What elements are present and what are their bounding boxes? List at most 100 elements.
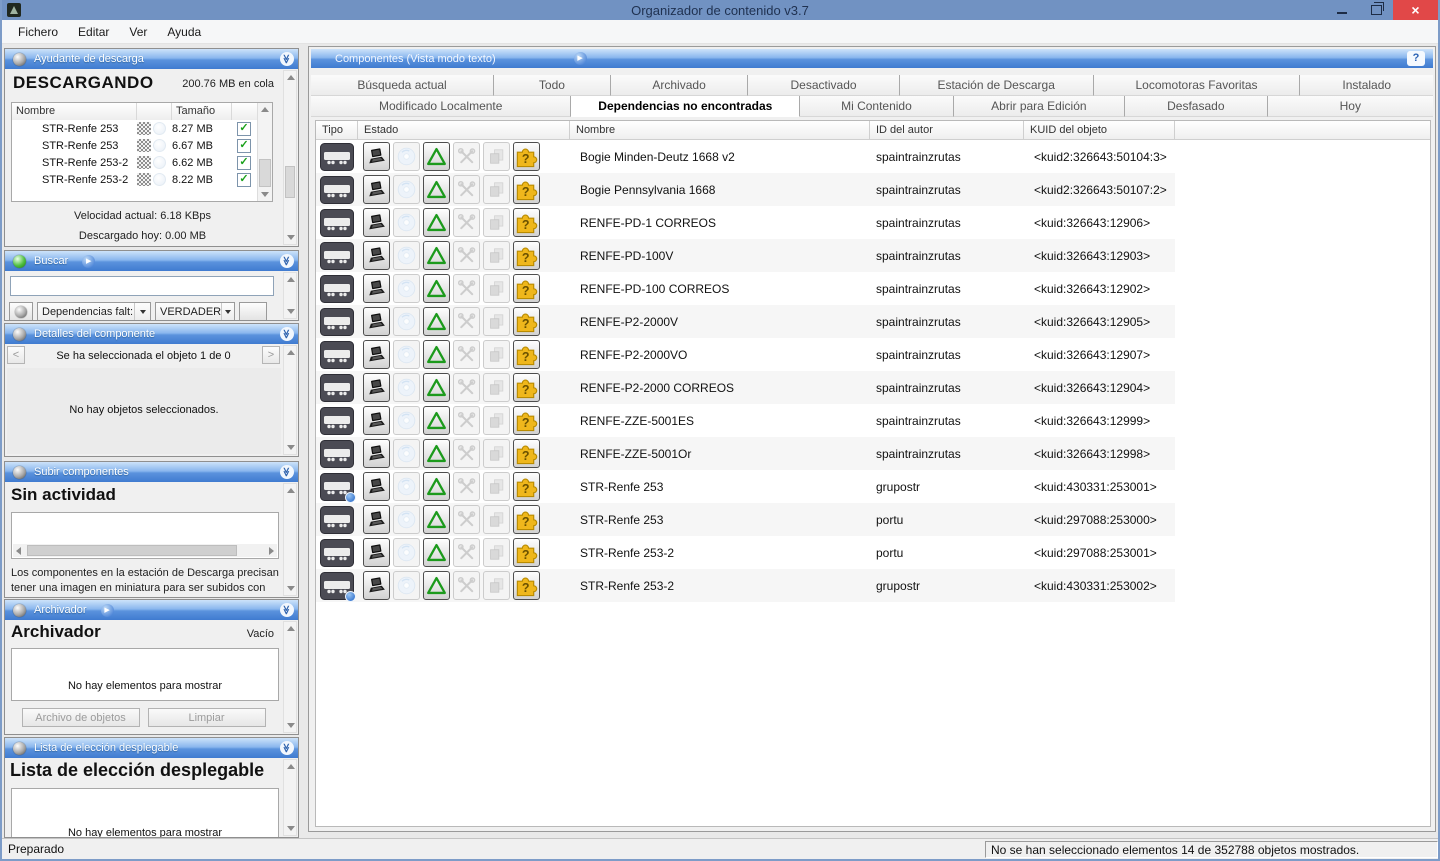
table-row[interactable]: ?RENFE-ZZE-5001Orspaintrainzrutas<kuid:3… — [316, 437, 1430, 470]
menu-ver[interactable]: Ver — [119, 22, 157, 42]
triangle-status-icon[interactable] — [423, 307, 450, 336]
tab-archivado[interactable]: Archivado — [611, 75, 749, 96]
missing-dependency-icon[interactable]: ? — [513, 241, 540, 270]
menu-editar[interactable]: Editar — [68, 22, 119, 42]
menu-fichero[interactable]: Fichero — [8, 22, 68, 42]
copy-icon[interactable] — [483, 505, 510, 534]
disc-icon[interactable] — [393, 274, 420, 303]
traincar-type-icon[interactable] — [319, 340, 355, 370]
copy-icon[interactable] — [483, 175, 510, 204]
triangle-status-icon[interactable] — [423, 373, 450, 402]
disc-icon[interactable] — [393, 175, 420, 204]
installed-laptop-icon[interactable] — [363, 142, 390, 171]
traincar-type-icon[interactable] — [319, 307, 355, 337]
panel-scrollbar[interactable] — [283, 345, 297, 455]
add-filter-button[interactable] — [239, 302, 267, 320]
installed-laptop-icon[interactable] — [363, 274, 390, 303]
triangle-status-icon[interactable] — [423, 274, 450, 303]
disc-icon[interactable] — [393, 439, 420, 468]
table-row[interactable]: ?Bogie Pennsylvania 1668spaintrainzrutas… — [316, 173, 1430, 206]
tools-icon[interactable] — [453, 274, 480, 303]
search-filter-value-dropdown[interactable]: VERDADER — [155, 302, 235, 320]
missing-dependency-icon[interactable]: ? — [513, 274, 540, 303]
table-row[interactable]: ?RENFE-P2-2000 CORREOSspaintrainzrutas<k… — [316, 371, 1430, 404]
download-row[interactable]: STR-Renfe 2536.67 MB✓ — [12, 137, 258, 154]
tools-icon[interactable] — [453, 142, 480, 171]
installed-laptop-icon[interactable] — [363, 175, 390, 204]
traincar-type-icon[interactable] — [319, 406, 355, 436]
clear-button[interactable]: Limpiar — [148, 708, 266, 727]
tools-icon[interactable] — [453, 208, 480, 237]
panel-scrollbar[interactable] — [283, 272, 297, 319]
tab-todo[interactable]: Todo — [494, 75, 611, 96]
missing-dependency-icon[interactable]: ? — [513, 505, 540, 534]
disc-icon[interactable] — [393, 505, 420, 534]
tools-icon[interactable] — [453, 406, 480, 435]
traincar-type-icon[interactable] — [319, 373, 355, 403]
copy-icon[interactable] — [483, 538, 510, 567]
copy-icon[interactable] — [483, 439, 510, 468]
upload-list-hscrollbar[interactable] — [13, 544, 277, 557]
tab-modificado-localmente[interactable]: Modificado Localmente — [311, 96, 571, 117]
table-row[interactable]: ?STR-Renfe 253-2portu<kuid:297088:253001… — [316, 536, 1430, 569]
missing-dependency-icon[interactable]: ? — [513, 472, 540, 501]
panel-header-download-helper[interactable]: Ayudante de descarga ≫ — [5, 49, 298, 69]
tools-icon[interactable] — [453, 439, 480, 468]
tools-icon[interactable] — [453, 307, 480, 336]
installed-laptop-icon[interactable] — [363, 340, 390, 369]
triangle-status-icon[interactable] — [423, 571, 450, 600]
expand-arrow-icon[interactable]: ▶ — [101, 604, 114, 617]
tools-icon[interactable] — [453, 373, 480, 402]
missing-dependency-icon[interactable]: ? — [513, 571, 540, 600]
collapse-chevron-icon[interactable]: ≫ — [280, 465, 294, 479]
installed-laptop-icon[interactable] — [363, 406, 390, 435]
disc-icon[interactable] — [393, 406, 420, 435]
installed-laptop-icon[interactable] — [363, 208, 390, 237]
tab-instalado[interactable]: Instalado — [1300, 75, 1433, 96]
panel-scrollbar[interactable] — [283, 70, 297, 245]
copy-icon[interactable] — [483, 274, 510, 303]
traincar-type-icon[interactable] — [319, 571, 355, 601]
installed-laptop-icon[interactable] — [363, 241, 390, 270]
download-row[interactable]: STR-Renfe 253-26.62 MB✓ — [12, 154, 258, 171]
table-row[interactable]: ?RENFE-PD-1 CORREOSspaintrainzrutas<kuid… — [316, 206, 1430, 239]
triangle-status-icon[interactable] — [423, 439, 450, 468]
disc-icon[interactable] — [393, 373, 420, 402]
disc-icon[interactable] — [393, 142, 420, 171]
triangle-status-icon[interactable] — [423, 472, 450, 501]
disc-icon[interactable] — [393, 538, 420, 567]
collapse-chevron-icon[interactable]: ≫ — [280, 52, 294, 66]
previous-object-button[interactable]: < — [7, 346, 25, 364]
traincar-type-icon[interactable] — [319, 538, 355, 568]
copy-icon[interactable] — [483, 571, 510, 600]
missing-dependency-icon[interactable]: ? — [513, 406, 540, 435]
missing-dependency-icon[interactable]: ? — [513, 307, 540, 336]
copy-icon[interactable] — [483, 373, 510, 402]
missing-dependency-icon[interactable]: ? — [513, 373, 540, 402]
panel-scrollbar[interactable] — [283, 621, 297, 733]
column-header-blank[interactable] — [1175, 121, 1430, 139]
menu-ayuda[interactable]: Ayuda — [157, 22, 211, 42]
tools-icon[interactable] — [453, 571, 480, 600]
copy-icon[interactable] — [483, 142, 510, 171]
table-row[interactable]: ?STR-Renfe 253portu<kuid:297088:253000> — [316, 503, 1430, 536]
object-archive-button[interactable]: Archivo de objetos — [22, 708, 140, 727]
download-row[interactable]: STR-Renfe 253-28.22 MB✓ — [12, 171, 258, 188]
column-blank[interactable] — [137, 103, 172, 120]
traincar-type-icon[interactable] — [319, 439, 355, 469]
disc-icon[interactable] — [393, 340, 420, 369]
tab-b-squeda-actual[interactable]: Búsqueda actual — [311, 75, 494, 96]
collapse-chevron-icon[interactable]: ≫ — [280, 603, 294, 617]
disc-icon[interactable] — [393, 571, 420, 600]
missing-dependency-icon[interactable]: ? — [513, 439, 540, 468]
table-row[interactable]: ?RENFE-PD-100 CORREOSspaintrainzrutas<ku… — [316, 272, 1430, 305]
copy-icon[interactable] — [483, 340, 510, 369]
column-nombre[interactable]: Nombre — [12, 103, 137, 120]
next-object-button[interactable]: > — [262, 346, 280, 364]
collapse-chevron-icon[interactable]: ≫ — [280, 254, 294, 268]
column-tamano[interactable]: Tamaño — [172, 103, 232, 120]
tab-mi-contenido[interactable]: Mi Contenido — [800, 96, 954, 117]
installed-laptop-icon[interactable] — [363, 538, 390, 567]
copy-icon[interactable] — [483, 208, 510, 237]
expand-arrow-icon[interactable]: ▶ — [82, 255, 95, 268]
